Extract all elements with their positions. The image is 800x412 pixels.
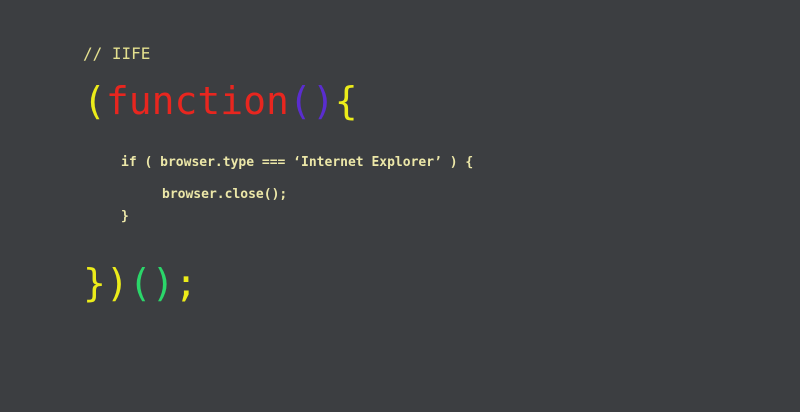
code-comment: // IIFE: [83, 44, 151, 63]
if-close-brace: }: [121, 209, 129, 224]
open-paren: (: [83, 79, 106, 123]
close-call-line: browser.close();: [162, 187, 288, 202]
open-brace: {: [334, 79, 358, 123]
semicolon: ;: [174, 261, 198, 305]
function-declaration-line: (function(){: [83, 76, 358, 126]
close-brace: }: [83, 261, 106, 305]
param-close-paren: ): [311, 79, 335, 123]
function-invocation-line: })();: [83, 258, 197, 308]
function-keyword: function: [105, 79, 289, 123]
invoke-open-paren: (: [128, 261, 152, 305]
if-statement-line: if ( browser.type === ‘Internet Explorer…: [121, 155, 474, 170]
param-open-paren: (: [288, 79, 312, 123]
wrap-close-paren: ): [105, 261, 129, 305]
invoke-close-paren: ): [151, 261, 175, 305]
code-canvas: // IIFE (function(){ if ( browser.type =…: [0, 0, 800, 412]
